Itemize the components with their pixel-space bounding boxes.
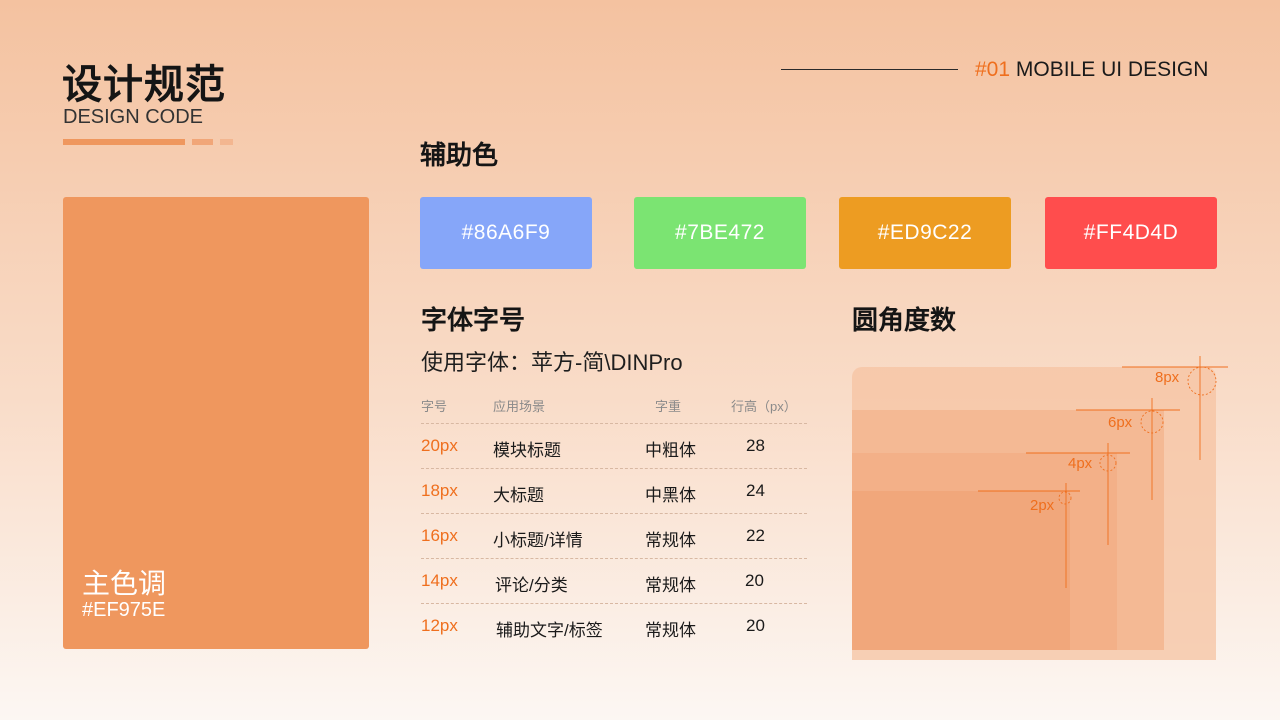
- header-scene: 应用场景: [493, 399, 546, 414]
- table-row: 16px 小标题/详情 常规体 22: [421, 513, 807, 558]
- row-weight: 常规体: [645, 531, 696, 550]
- radius-label-2px: 2px: [1030, 497, 1055, 514]
- row-scene: 辅助文字/标签: [496, 621, 603, 640]
- row-weight: 中黑体: [645, 486, 696, 505]
- header-tag-number: #01: [975, 58, 1011, 81]
- radius-title: 圆角度数: [852, 305, 957, 335]
- header-weight: 字重: [655, 399, 682, 414]
- row-scene: 大标题: [493, 486, 544, 505]
- row-line-height: 24: [746, 481, 765, 500]
- aux-color-swatch-green: #7BE472: [634, 197, 806, 269]
- row-size: 20px: [421, 436, 458, 455]
- row-line-height: 28: [746, 436, 765, 455]
- header-line-height: 行高（px）: [731, 399, 797, 414]
- title-underline-short: [192, 139, 213, 145]
- row-weight: 常规体: [645, 621, 696, 640]
- main-color-hex: #EF975E: [82, 599, 166, 621]
- font-size-table: 字号 应用场景 字重 行高（px） 20px 模块标题 中粗体 28 18px …: [421, 390, 807, 648]
- title-underline-dot: [220, 139, 233, 145]
- row-scene: 模块标题: [493, 441, 561, 460]
- row-line-height: 20: [745, 571, 764, 590]
- page-title: 设计规范: [62, 63, 226, 107]
- aux-color-swatch-red: #FF4D4D: [1045, 197, 1217, 269]
- header-tag: #01 MOBILE UI DESIGN: [975, 58, 1208, 82]
- table-row: 14px 评论/分类 常规体 20: [421, 558, 807, 603]
- row-scene: 评论/分类: [495, 576, 568, 595]
- row-weight: 常规体: [645, 576, 696, 595]
- table-row: 20px 模块标题 中粗体 28: [421, 423, 807, 468]
- fonts-title: 字体字号: [421, 305, 526, 335]
- row-line-height: 20: [746, 616, 765, 635]
- radius-label-6px: 6px: [1108, 414, 1133, 431]
- radius-block-2px: [852, 491, 1070, 650]
- row-size: 18px: [421, 481, 458, 500]
- page-subtitle: DESIGN CODE: [63, 106, 204, 128]
- aux-color-swatch-orange: #ED9C22: [839, 197, 1011, 269]
- aux-colors-title: 辅助色: [420, 140, 499, 170]
- aux-color-swatch-blue: #86A6F9: [420, 197, 592, 269]
- row-weight: 中粗体: [645, 441, 696, 460]
- table-row: 12px 辅助文字/标签 常规体 20: [421, 603, 807, 648]
- header-size: 字号: [421, 399, 448, 414]
- title-underline-long: [63, 139, 185, 145]
- row-size: 12px: [421, 616, 458, 635]
- row-scene: 小标题/详情: [493, 531, 583, 550]
- table-row: 18px 大标题 中黑体 24: [421, 468, 807, 513]
- header-tag-text: MOBILE UI DESIGN: [1010, 58, 1209, 81]
- row-size: 16px: [421, 526, 458, 545]
- row-size: 14px: [421, 571, 458, 590]
- row-line-height: 22: [746, 526, 765, 545]
- font-family-note: 使用字体：苹方-简\DINPro: [421, 350, 683, 375]
- main-color-name: 主色调: [82, 568, 167, 599]
- radius-label-4px: 4px: [1068, 455, 1093, 472]
- radius-diagram: 8px 6px 4px 2px: [852, 356, 1228, 660]
- header-divider-line: [781, 69, 958, 70]
- radius-label-8px: 8px: [1155, 369, 1180, 386]
- table-header: 字号 应用场景 字重 行高（px）: [421, 390, 807, 423]
